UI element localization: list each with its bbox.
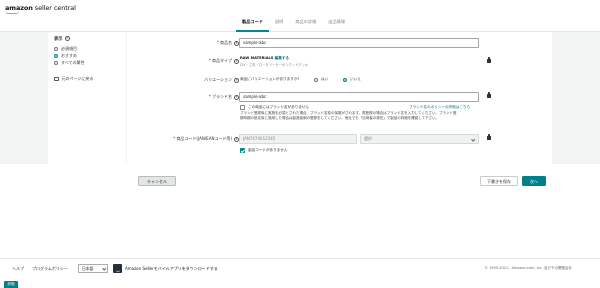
sidebar-title: 表示? [54,36,70,42]
product-type-value: RAW MATERIALS 編集する [240,56,289,60]
tab-offer[interactable]: 出品情報 [322,15,351,32]
product-type-path: DIY・工具 › ロータリーカーボンウッドデッキ [240,63,309,67]
tab-product-details[interactable]: 商品の詳細 [289,15,322,32]
product-type-label: * 商品タイプ? [208,58,239,64]
product-name-label: * 商品名? [216,40,239,46]
brand-help-text: ブランド登録後に実施を必須とされた場合、ブランド名前の保護がされます。再登録の場… [240,111,457,121]
radio-button-selected[interactable] [54,54,58,58]
header: amazon seller central 製品コード 説明 商品の詳細 出品情… [0,0,600,32]
radio-button[interactable] [314,77,318,82]
lock-icon [487,133,491,140]
no-brand-checkbox[interactable] [240,105,245,110]
help-link[interactable]: ヘルプ [12,263,24,275]
program-policy-link[interactable]: プログラムポリシー [32,263,68,275]
no-brand-label: この商品にはブランド名がありません [248,105,309,109]
variation-yes[interactable]: はい [314,77,328,82]
product-id-label: * 商品コード(JAN/EANコード等)? [173,136,239,142]
language-select[interactable]: 日本語 [78,264,108,273]
edit-product-type-link[interactable]: 編集する [275,56,289,60]
radio-recommended[interactable]: おすすめ [54,53,77,59]
radio-button-selected[interactable] [343,77,347,82]
logo-smile-icon [5,11,19,14]
lock-icon [487,91,491,98]
feedback-button[interactable]: 評価 [4,281,18,288]
radio-button[interactable] [54,61,58,65]
help-icon[interactable]: ? [234,77,239,83]
chevron-down-icon [102,266,107,271]
radio-all-attributes[interactable]: すべての属性 [54,60,85,66]
form-card: * 商品名? sample-abc * 商品タイプ? RAW MATERIALS… [127,32,552,164]
tab-product-id[interactable]: 製品コード [236,15,269,32]
no-product-code-checkbox[interactable] [240,148,245,153]
main-area: 表示? 必須項目 おすすめ すべての属性 元のページに戻る * 商品名? sam… [0,32,600,164]
help-icon[interactable]: ? [234,58,239,64]
variation-question: 商品にバリエーションがありますか? [240,77,300,81]
help-icon[interactable]: ? [64,36,70,41]
next-button[interactable]: 次へ [522,176,546,186]
back-to-original-link[interactable]: 元のページに戻る [54,76,93,82]
cancel-button[interactable]: キャンセル [138,176,176,186]
variation-no[interactable]: いいえ [343,77,361,82]
chevron-down-icon [471,136,476,141]
lock-icon [487,56,491,63]
save-draft-button[interactable]: 下書きを保存 [480,176,518,186]
brand-label: * ブランド名? [208,94,239,100]
product-id-input[interactable]: JAN7474012345 [239,134,357,144]
radio-required[interactable]: 必須項目 [54,46,77,52]
product-id-type-select[interactable]: 選択 [360,134,479,144]
footer-divider [0,258,600,259]
radio-button[interactable] [54,47,58,51]
no-product-code-label: 製品コードがありません [248,148,288,152]
sidebar: 表示? 必須項目 おすすめ すべての属性 元のページに戻る [48,32,126,164]
product-name-input[interactable]: sample-abc [239,38,479,48]
variation-label: バリエーション? [204,77,239,83]
brand-input[interactable]: sample-abc [239,92,479,102]
seller-app-icon [113,264,122,273]
copyright: © 1999-2021、Amazon.com, Inc. 及びその関連会社 [484,266,572,270]
brand-policy-link[interactable]: ブランド名のポリシーの詳細はこちら [409,105,470,110]
tab-bar: 製品コード 説明 商品の詳細 出品情報 [236,15,351,32]
page-icon [54,76,59,82]
tab-description[interactable]: 説明 [269,15,289,32]
mobile-app-download-link[interactable]: Amazon Sellerモバイルアプリをダウンロードする [113,264,218,273]
